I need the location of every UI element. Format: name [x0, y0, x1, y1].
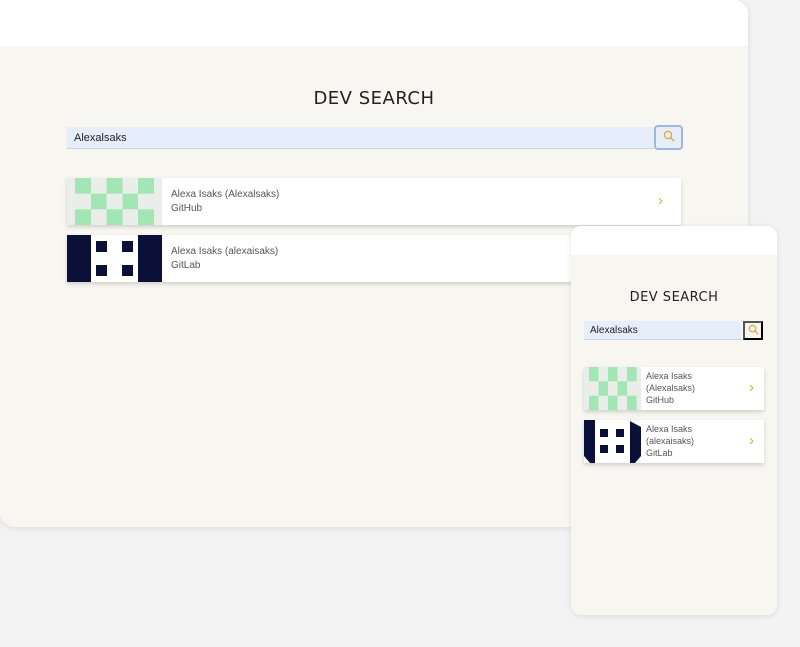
search-input[interactable]	[584, 321, 741, 340]
search-button[interactable]	[743, 321, 763, 340]
chevron-right-icon: ›	[749, 432, 754, 449]
mobile-header-bar	[571, 226, 777, 255]
chevron-right-icon: ›	[749, 379, 754, 396]
search-icon	[663, 130, 675, 145]
gitlab-avatar	[584, 420, 641, 463]
desktop-header-bar	[0, 0, 748, 46]
page-title: DEV SEARCH	[313, 88, 435, 110]
result-name: Alexa Isaks (Alexalsaks)	[646, 371, 696, 394]
result-card-github[interactable]: Alexa Isaks (Alexalsaks) GitHub ›	[67, 178, 681, 225]
result-name: Alexa Isaks (alexaisaks)	[646, 424, 695, 447]
github-avatar	[584, 367, 641, 410]
chevron-right-icon: ›	[658, 192, 663, 209]
result-name: Alexa Isaks (alexaisaks)	[171, 246, 279, 257]
result-source: GitLab	[171, 259, 201, 271]
gitlab-avatar	[67, 235, 162, 282]
search-input[interactable]	[67, 127, 654, 149]
page-title: DEV SEARCH	[629, 289, 719, 305]
result-source: GitLab	[646, 448, 673, 459]
result-card-gitlab[interactable]: Alexa Isaks (alexaisaks) GitLab ›	[584, 420, 764, 463]
result-source: GitHub	[171, 202, 203, 214]
result-card-github[interactable]: Alexa Isaks (Alexalsaks) GitHub ›	[584, 367, 764, 410]
result-source: GitHub	[646, 395, 675, 406]
mobile-window: DEV SEARCH Alexa Isaks (A	[571, 226, 777, 615]
search-icon	[748, 323, 759, 338]
github-avatar	[67, 178, 162, 225]
result-name: Alexa Isaks (Alexalsaks)	[171, 189, 280, 200]
search-button[interactable]	[654, 125, 683, 150]
